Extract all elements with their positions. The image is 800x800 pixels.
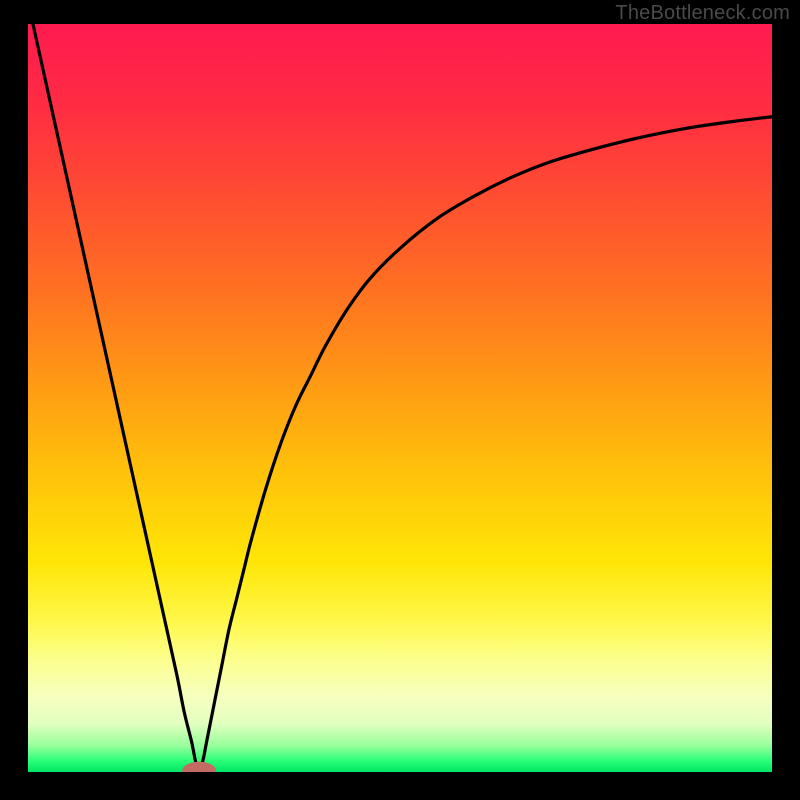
plot-area [28,24,772,772]
attribution-text: TheBottleneck.com [615,2,790,25]
chart-svg [28,24,772,772]
gradient-background [28,24,772,772]
chart-frame: TheBottleneck.com [0,0,800,800]
